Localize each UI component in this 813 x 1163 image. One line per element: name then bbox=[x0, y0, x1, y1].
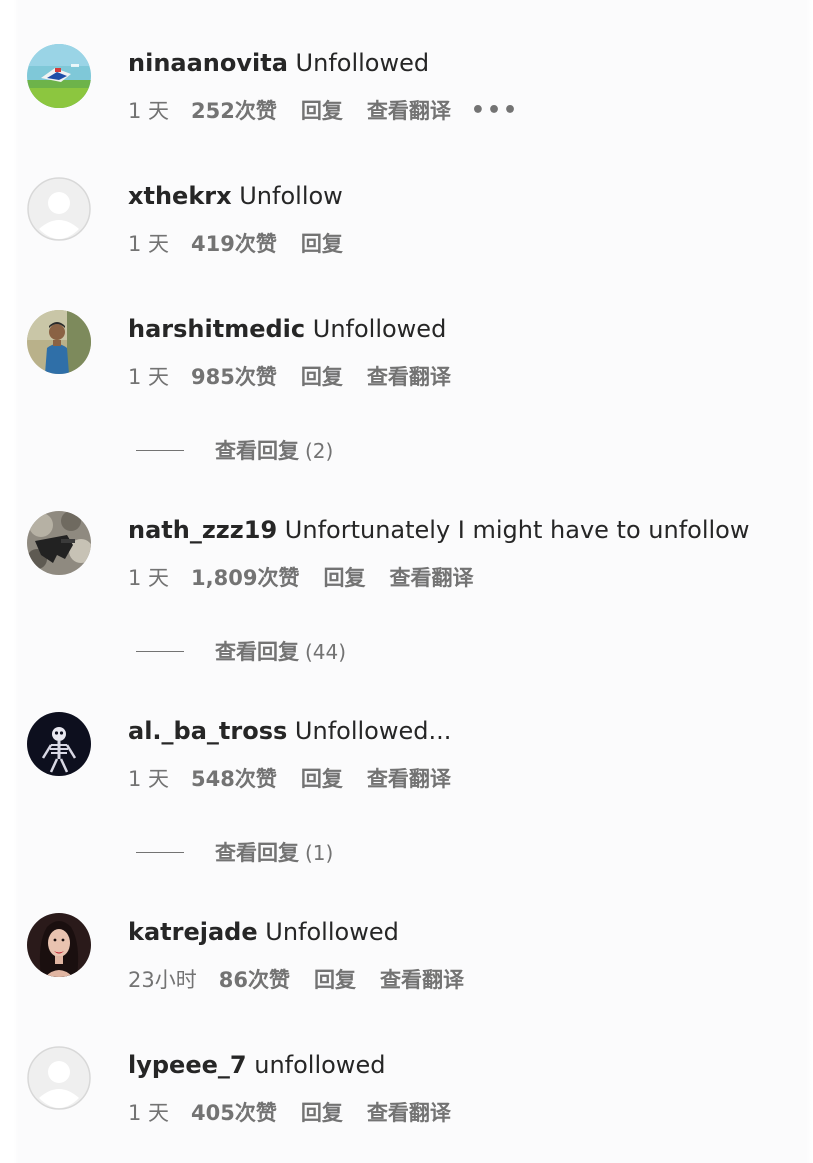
view-replies-button[interactable]: 查看回复 (2) bbox=[0, 436, 813, 466]
see-translation-button[interactable]: 查看翻译 bbox=[380, 967, 464, 993]
avatar[interactable] bbox=[27, 913, 91, 977]
avatar[interactable] bbox=[27, 310, 91, 374]
comment-body: ninaanovita Unfollowed bbox=[128, 48, 429, 78]
reply-button[interactable]: 回复 bbox=[301, 231, 343, 257]
comment-time[interactable]: 1 天 bbox=[128, 565, 169, 591]
avatar[interactable] bbox=[27, 177, 91, 241]
comment-meta: 1 天 985次赞 回复 查看翻译 bbox=[128, 364, 451, 390]
likes-count[interactable]: 985次赞 bbox=[191, 364, 277, 390]
reply-button[interactable]: 回复 bbox=[301, 98, 343, 124]
comment-meta: 1 天 548次赞 回复 查看翻译 bbox=[128, 766, 451, 792]
view-replies-text: 查看回复 (1) bbox=[215, 838, 333, 868]
username-link[interactable]: nath_zzz19 bbox=[128, 516, 277, 544]
username-link[interactable]: lypeee_7 bbox=[128, 1051, 247, 1079]
more-options-icon[interactable]: ••• bbox=[471, 98, 519, 124]
comment-body: lypeee_7 unfollowed bbox=[128, 1050, 385, 1080]
avatar-portrait-image bbox=[27, 913, 91, 977]
view-replies-label: 查看回复 bbox=[215, 439, 299, 463]
comment-time[interactable]: 23小时 bbox=[128, 967, 197, 993]
view-replies-text: 查看回复 (44) bbox=[215, 637, 346, 667]
view-replies-text: 查看回复 (2) bbox=[215, 436, 333, 466]
avatar[interactable] bbox=[27, 1046, 91, 1110]
replies-count: (2) bbox=[305, 439, 334, 463]
comment-time[interactable]: 1 天 bbox=[128, 364, 169, 390]
default-profile-icon bbox=[27, 1046, 91, 1110]
see-translation-button[interactable]: 查看翻译 bbox=[367, 98, 451, 124]
comment-list: ninaanovita Unfollowed 1 天 252次赞 回复 查看翻译… bbox=[0, 0, 813, 1163]
avatar-landscape-image bbox=[27, 44, 91, 108]
likes-count[interactable]: 252次赞 bbox=[191, 98, 277, 124]
comment-text: Unfollow bbox=[239, 182, 343, 210]
default-profile-icon bbox=[27, 177, 91, 241]
divider bbox=[136, 450, 184, 451]
see-translation-button[interactable]: 查看翻译 bbox=[367, 1100, 451, 1126]
avatar-person-image bbox=[27, 310, 91, 374]
username-link[interactable]: xthekrx bbox=[128, 182, 232, 210]
username-link[interactable]: harshitmedic bbox=[128, 315, 305, 343]
see-translation-button[interactable]: 查看翻译 bbox=[367, 364, 451, 390]
comment-meta: 23小时 86次赞 回复 查看翻译 bbox=[128, 967, 464, 993]
comment-body: nath_zzz19 Unfortunately I might have to… bbox=[128, 515, 749, 545]
comment-time[interactable]: 1 天 bbox=[128, 231, 169, 257]
likes-count[interactable]: 1,809次赞 bbox=[191, 565, 299, 591]
see-translation-button[interactable]: 查看翻译 bbox=[367, 766, 451, 792]
comment-body: al._ba_tross Unfollowed... bbox=[128, 716, 451, 746]
view-replies-label: 查看回复 bbox=[215, 640, 299, 664]
comment-meta: 1 天 419次赞 回复 bbox=[128, 231, 367, 257]
reply-button[interactable]: 回复 bbox=[314, 967, 356, 993]
comment-text: Unfollowed bbox=[295, 49, 430, 77]
avatar-skeleton-image bbox=[27, 712, 91, 776]
comment-body: xthekrx Unfollow bbox=[128, 181, 343, 211]
avatar[interactable] bbox=[27, 44, 91, 108]
likes-count[interactable]: 86次赞 bbox=[219, 967, 290, 993]
comment-meta: 1 天 1,809次赞 回复 查看翻译 bbox=[128, 565, 473, 591]
comment-meta: 1 天 405次赞 回复 查看翻译 bbox=[128, 1100, 451, 1126]
avatar-camo-image bbox=[27, 511, 91, 575]
avatar[interactable] bbox=[27, 511, 91, 575]
reply-button[interactable]: 回复 bbox=[301, 364, 343, 390]
comment-body: harshitmedic Unfollowed bbox=[128, 314, 446, 344]
replies-count: (1) bbox=[305, 841, 334, 865]
divider bbox=[136, 651, 184, 652]
likes-count[interactable]: 548次赞 bbox=[191, 766, 277, 792]
likes-count[interactable]: 405次赞 bbox=[191, 1100, 277, 1126]
view-replies-button[interactable]: 查看回复 (44) bbox=[0, 637, 813, 667]
divider bbox=[136, 852, 184, 853]
comment-time[interactable]: 1 天 bbox=[128, 1100, 169, 1126]
reply-button[interactable]: 回复 bbox=[301, 766, 343, 792]
see-translation-button[interactable]: 查看翻译 bbox=[389, 565, 473, 591]
replies-count: (44) bbox=[305, 640, 347, 664]
comment-time[interactable]: 1 天 bbox=[128, 98, 169, 124]
avatar[interactable] bbox=[27, 712, 91, 776]
comment-text: Unfollowed... bbox=[294, 717, 452, 745]
view-replies-label: 查看回复 bbox=[215, 841, 299, 865]
comment-text: unfollowed bbox=[254, 1051, 386, 1079]
comment-meta: 1 天 252次赞 回复 查看翻译 ••• bbox=[128, 98, 519, 124]
likes-count[interactable]: 419次赞 bbox=[191, 231, 277, 257]
comment-text: Unfollowed bbox=[265, 918, 399, 946]
username-link[interactable]: al._ba_tross bbox=[128, 717, 287, 745]
view-replies-button[interactable]: 查看回复 (1) bbox=[0, 838, 813, 868]
username-link[interactable]: ninaanovita bbox=[128, 49, 288, 77]
comment-time[interactable]: 1 天 bbox=[128, 766, 169, 792]
comment-text: Unfortunately I might have to unfollow bbox=[284, 516, 750, 544]
reply-button[interactable]: 回复 bbox=[301, 1100, 343, 1126]
comment-text: Unfollowed bbox=[312, 315, 447, 343]
username-link[interactable]: katrejade bbox=[128, 918, 258, 946]
reply-button[interactable]: 回复 bbox=[323, 565, 365, 591]
comment-body: katrejade Unfollowed bbox=[128, 917, 399, 947]
